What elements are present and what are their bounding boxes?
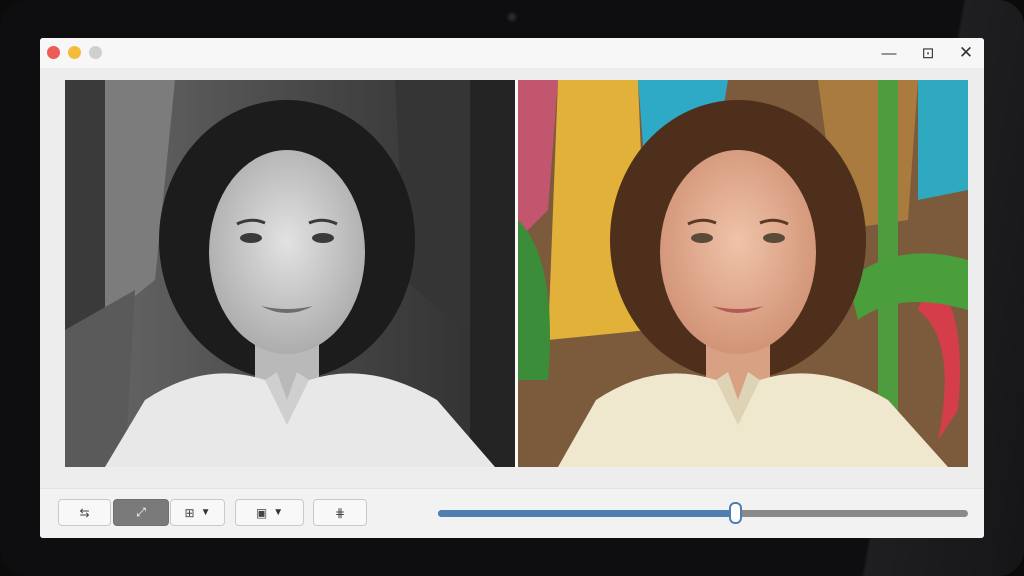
bottom-toolbar: ⇆ ⤢ ⊞ ▼ ▣ ▼ ⋕ — [40, 488, 984, 538]
minimize-icon[interactable]: — — [878, 42, 900, 64]
fit-expand-button[interactable]: ⤢ — [113, 499, 169, 526]
view-mode-dropdown-button[interactable]: ▣ ▼ — [235, 499, 304, 526]
slider-fill — [438, 510, 735, 517]
chevron-down-icon: ▼ — [273, 507, 284, 518]
app-window: — ⊡ ✕ ⇆ ⤢ ⊞ ▼ ▣ ▼ ⋕ — [40, 38, 984, 538]
webcam — [507, 12, 517, 22]
maximize-icon[interactable]: ⊡ — [917, 42, 939, 64]
slider-handle[interactable] — [728, 502, 742, 524]
split-compare-icon: ⋕ — [334, 505, 346, 520]
close-icon[interactable]: ✕ — [955, 42, 977, 64]
chevron-down-icon: ▼ — [200, 507, 211, 518]
zoom-traffic-light-button[interactable] — [89, 46, 102, 59]
close-traffic-light-button[interactable] — [47, 46, 60, 59]
compare-slider[interactable] — [438, 502, 968, 524]
view-mode-menu-icon: ▣ — [255, 505, 268, 520]
layout-dropdown-button[interactable]: ⊞ ▼ — [170, 499, 225, 526]
minimize-traffic-light-button[interactable] — [68, 46, 81, 59]
comparison-canvas — [40, 68, 984, 488]
layout-menu-icon: ⊞ — [184, 505, 195, 520]
before-photo — [65, 80, 515, 467]
title-bar: — ⊡ ✕ — [40, 38, 984, 68]
adjust-button[interactable]: ⇆ — [58, 499, 111, 526]
fit-expand-icon: ⤢ — [136, 505, 146, 519]
device-bezel: — ⊡ ✕ ⇆ ⤢ ⊞ ▼ ▣ ▼ ⋕ — [0, 0, 1024, 576]
after-photo — [518, 80, 968, 467]
split-compare-button[interactable]: ⋕ — [313, 499, 367, 526]
adjust-sliders-icon: ⇆ — [79, 505, 90, 520]
